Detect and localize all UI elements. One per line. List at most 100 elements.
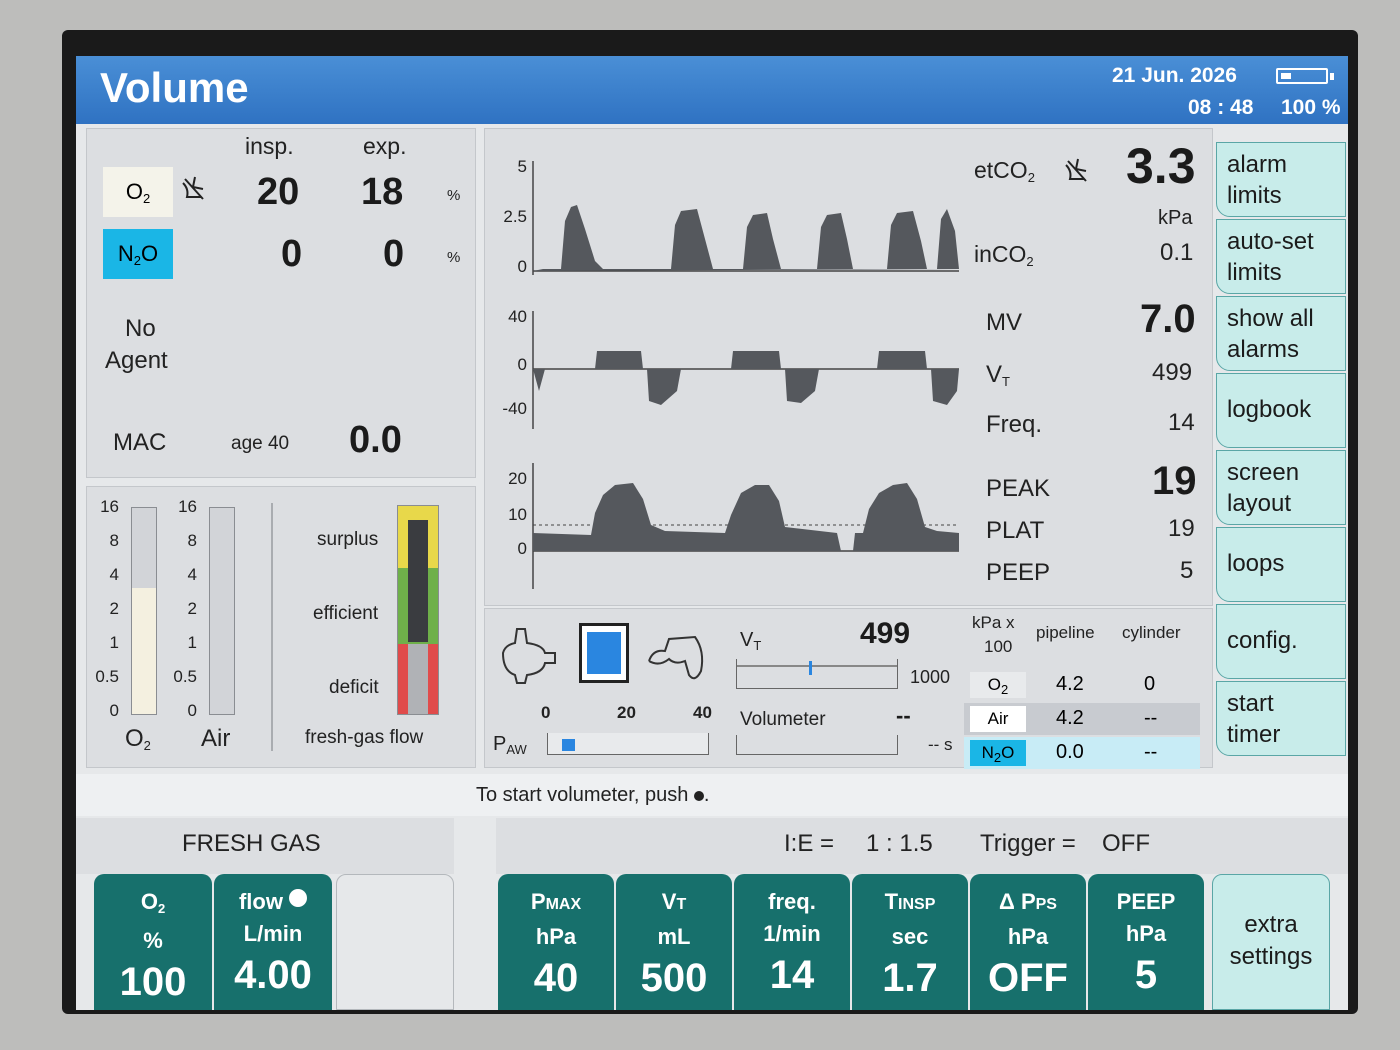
deficit-label: deficit bbox=[329, 677, 379, 698]
vent-setting-name: VT bbox=[616, 886, 732, 921]
vent-setting-unit: hPa bbox=[535, 924, 577, 949]
peak-label: PEAK bbox=[986, 475, 1051, 502]
vent-setting-name-main: Δ P bbox=[999, 889, 1036, 914]
battery-icon bbox=[1276, 68, 1334, 84]
supply-cylinder-value: -- bbox=[1144, 707, 1158, 729]
co2-axis-tick: 0 bbox=[517, 257, 527, 276]
side-menu-screen-layout[interactable]: screen layout bbox=[1216, 450, 1346, 525]
manual-ventilation-icon[interactable] bbox=[499, 623, 559, 687]
o2-scale-tick: 16 bbox=[100, 497, 119, 516]
vt-meter-label: VT bbox=[740, 629, 762, 653]
inco2-label: inCO2 bbox=[974, 241, 1034, 269]
bag-ventilation-icon[interactable] bbox=[579, 623, 629, 683]
supply-row: N2O 0.0 -- bbox=[964, 737, 1200, 769]
fresh-gas-o2-button[interactable]: O2 % 100 bbox=[94, 874, 212, 1010]
paw-gauge bbox=[547, 733, 709, 755]
header-bar: Volume 21 Jun. 2026 08 : 48 100 % bbox=[76, 56, 1348, 124]
measurements-panel: etCO2 3.3 kPa inCO2 0.1 MV 7.0 VT 499 Fr… bbox=[962, 128, 1213, 606]
side-menu-config[interactable]: config. bbox=[1216, 604, 1346, 679]
trigger-label: Trigger = bbox=[980, 830, 1076, 857]
vent-setting-name: PMAX bbox=[498, 886, 614, 921]
supply-gas-label: Air bbox=[970, 706, 1026, 732]
vent-setting-name-small: MAX bbox=[545, 896, 582, 913]
paw-gauge-tick: 0 bbox=[541, 703, 551, 722]
extra-settings-line1: extra bbox=[1244, 911, 1298, 938]
supply-gas-label: N2O bbox=[970, 740, 1026, 766]
vt-meter-max: 1000 bbox=[910, 667, 951, 687]
side-menu-line1: auto-set bbox=[1227, 228, 1314, 255]
supply-gas-name: Air bbox=[987, 709, 1009, 728]
paw-axis-tick: 10 bbox=[508, 505, 527, 524]
extra-settings-button[interactable]: extra settings bbox=[1212, 874, 1330, 1010]
vent-status-bar: I:E = 1 : 1.5 Trigger = OFF bbox=[496, 818, 1348, 874]
supply-row: Air 4.2 -- bbox=[964, 703, 1200, 735]
vent-setting-name-main: freq. bbox=[768, 889, 816, 914]
side-menu-auto-set-limits[interactable]: auto-set limits bbox=[1216, 219, 1346, 294]
alarm-silenced-icon bbox=[1065, 158, 1087, 182]
flowmeter-panel: O2 Air surplus efficient deficit fresh-g… bbox=[86, 486, 476, 768]
vent-setting-unit: hPa bbox=[1007, 924, 1049, 949]
rotary-knob-icon bbox=[289, 889, 308, 907]
supply-pipeline-value: 0.0 bbox=[1056, 741, 1084, 763]
vent-setting-name-main: T bbox=[884, 889, 899, 914]
supply-pressure-panel: kPa x 100 pipeline cylinder O2 4.2 0 Air 4.2… bbox=[964, 608, 1213, 769]
surplus-label: surplus bbox=[317, 529, 379, 550]
side-menu-line2: layout bbox=[1227, 490, 1292, 517]
fresh-gas-flow-indicator bbox=[408, 520, 428, 642]
o2-scale-tick: 4 bbox=[109, 565, 119, 584]
side-menu-show-all-alarms[interactable]: show all alarms bbox=[1216, 296, 1346, 371]
o2-flowtube-label: O2 bbox=[125, 725, 151, 753]
vent-setting-name: Δ PPS bbox=[970, 886, 1086, 921]
vent-setting-name-small: PS bbox=[1035, 896, 1057, 913]
vent-setting-unit: sec bbox=[891, 924, 929, 949]
vent-setting-peep-button[interactable]: PEEP hPa 5 bbox=[1088, 874, 1204, 1010]
side-menu-logbook[interactable]: logbook bbox=[1216, 373, 1346, 448]
vent-setting-pps-button[interactable]: Δ PPS hPa OFF bbox=[970, 874, 1086, 1010]
mac-value: 0.0 bbox=[349, 419, 402, 461]
vent-setting-pmax-button[interactable]: PMAX hPa 40 bbox=[498, 874, 614, 1010]
vent-setting-name-small: INSP bbox=[898, 896, 936, 913]
vent-setting-name: TINSP bbox=[852, 886, 968, 921]
ventilator-screen: Volume 21 Jun. 2026 08 : 48 100 % insp. … bbox=[76, 56, 1348, 1010]
side-menu-line2: limits bbox=[1227, 259, 1282, 286]
cylinder-header: cylinder bbox=[1122, 623, 1181, 642]
air-scale-tick: 0.5 bbox=[173, 667, 197, 686]
mechanical-ventilation-icon[interactable] bbox=[645, 621, 711, 685]
supply-cylinder-value: -- bbox=[1144, 741, 1158, 763]
supply-unit-line2: 100 bbox=[984, 637, 1013, 656]
fresh-gas-flow-button[interactable]: flow L/min 4.00 bbox=[214, 874, 332, 1010]
exp-header: exp. bbox=[363, 133, 407, 159]
pipeline-header: pipeline bbox=[1036, 623, 1095, 642]
vent-setting-value: OFF bbox=[988, 956, 1068, 1000]
n2o-insp-value: 0 bbox=[281, 233, 303, 275]
vent-setting-tinsp-button[interactable]: TINSP sec 1.7 bbox=[852, 874, 968, 1010]
vent-setting-vt-button[interactable]: VT mL 500 bbox=[616, 874, 732, 1010]
waveform-canvas bbox=[532, 161, 959, 589]
co2-waveform bbox=[533, 205, 959, 271]
peep-value: 5 bbox=[1180, 557, 1194, 584]
vent-setting-name-small: T bbox=[676, 896, 687, 913]
air-scale-tick: 1 bbox=[187, 633, 197, 652]
side-menu-line1: config. bbox=[1227, 627, 1298, 654]
freq-label: Freq. bbox=[986, 411, 1043, 438]
vent-setting-value: 1.7 bbox=[882, 956, 938, 1000]
side-menu-loops[interactable]: loops bbox=[1216, 527, 1346, 602]
air-scale-tick: 2 bbox=[187, 599, 197, 618]
vt-value: 499 bbox=[1152, 359, 1193, 386]
waveform-panel: 5 2.5 0 40 0 -40 20 10 0 bbox=[484, 128, 964, 606]
o2-flowtube bbox=[131, 507, 157, 715]
vent-setting-name: freq. bbox=[734, 886, 850, 918]
supply-gas-name: N bbox=[981, 743, 994, 762]
supply-pipeline-value: 4.2 bbox=[1056, 673, 1084, 695]
vt-label: VT bbox=[986, 361, 1010, 389]
o2-percent-unit: % bbox=[447, 187, 461, 204]
supply-gas-label: O2 bbox=[970, 672, 1026, 698]
air-scale-tick: 0 bbox=[187, 701, 197, 720]
vent-setting-name-main: PEEP bbox=[1116, 889, 1176, 914]
ventilation-mode-title: Volume bbox=[100, 64, 249, 111]
o2-scale-tick: 2 bbox=[109, 599, 119, 618]
n2o-gas-label: N2O bbox=[103, 229, 173, 279]
vent-setting-freq-button[interactable]: freq. 1/min 14 bbox=[734, 874, 850, 1010]
side-menu-start-timer[interactable]: start timer bbox=[1216, 681, 1346, 756]
side-menu-alarm-limits[interactable]: alarm limits bbox=[1216, 142, 1346, 217]
